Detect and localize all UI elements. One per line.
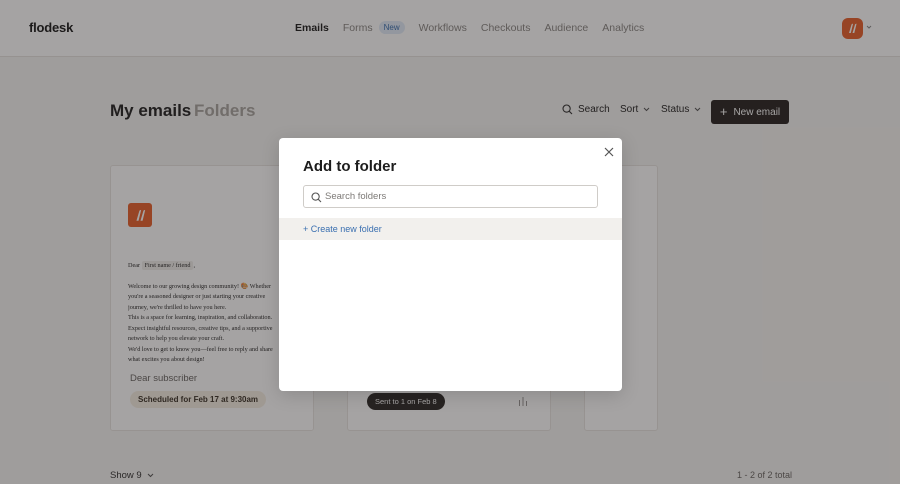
add-to-folder-modal: Add to folder + Create new folder	[279, 138, 622, 391]
folder-search-input[interactable]	[325, 188, 590, 205]
folder-search-box[interactable]	[303, 185, 598, 208]
close-icon[interactable]	[603, 146, 615, 158]
search-icon	[311, 192, 322, 203]
modal-title: Add to folder	[303, 158, 397, 175]
create-new-folder-button[interactable]: + Create new folder	[279, 218, 622, 240]
